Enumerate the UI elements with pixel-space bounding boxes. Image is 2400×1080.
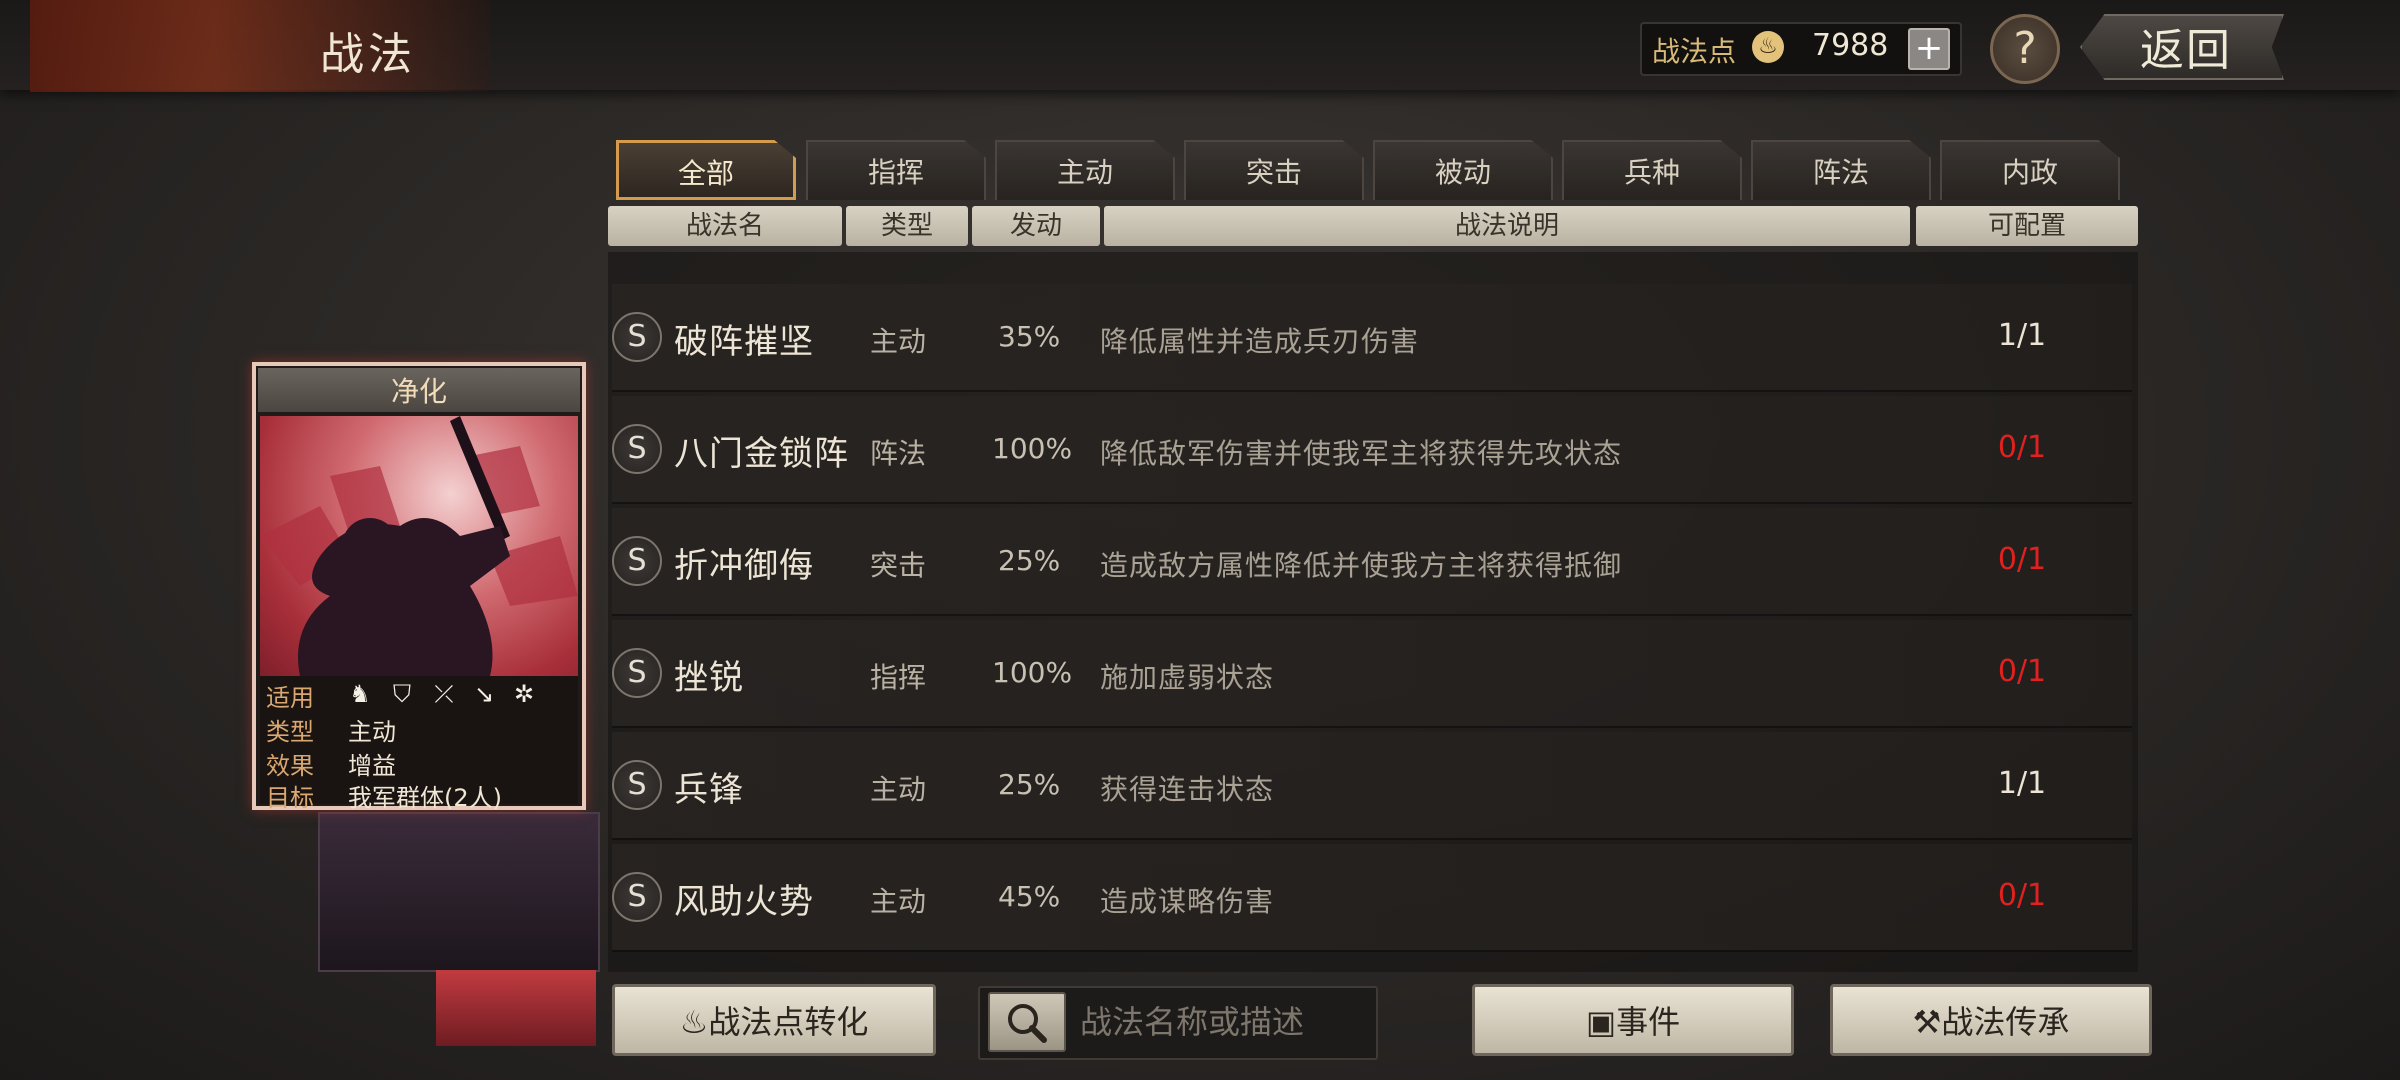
tab-all[interactable]: 全部 (616, 140, 796, 200)
convert-points-button[interactable]: ♨战法点转化 (612, 984, 936, 1056)
tactic-name: 风助火势 (674, 882, 814, 922)
column-header-name[interactable]: 战法名 (608, 206, 842, 246)
cavalry-icon: ♞ (349, 680, 371, 708)
tab-passive[interactable]: 被动 (1373, 140, 1553, 200)
event-label: 事件 (1616, 1003, 1681, 1041)
tactic-rate: 35% (998, 320, 1061, 353)
tactic-rate: 25% (998, 768, 1061, 801)
card-apply-label: 适用 (266, 684, 314, 712)
flame-icon: ♨ (679, 1003, 709, 1041)
bow-icon: ⤫ (434, 680, 454, 708)
tactic-name: 兵锋 (674, 770, 744, 810)
tactic-description: 获得连击状态 (1100, 773, 1275, 806)
list-item[interactable]: S 兵锋 主动 25% 获得连击状态 1/1 (612, 732, 2132, 840)
tactic-description: 造成谋略伤害 (1100, 885, 1275, 918)
rank-badge: S (612, 872, 662, 922)
tactic-rate: 100% (992, 432, 1073, 465)
card-title: 净化 (390, 375, 447, 408)
rank-badge: S (612, 312, 662, 362)
search-input[interactable] (1078, 996, 1372, 1048)
card-target-label: 目标 (266, 784, 314, 812)
list-item[interactable]: S 破阵摧坚 主动 35% 降低属性并造成兵刃伤害 1/1 (612, 284, 2132, 392)
tab-troop-type[interactable]: 兵种 (1562, 140, 1742, 200)
tactic-config: 0/1 (1997, 878, 2047, 913)
tab-internal-affairs[interactable]: 内政 (1940, 140, 2120, 200)
tactic-description: 降低敌军伤害并使我军主将获得先攻状态 (1100, 437, 1623, 470)
rank-badge: S (612, 648, 662, 698)
tactic-name: 折冲御侮 (674, 546, 814, 586)
card-target-value: 我军群体(2人) (348, 784, 502, 812)
convert-points-label: 战法点转化 (708, 1003, 869, 1041)
list-item[interactable]: S 八门金锁阵 阵法 100% 降低敌军伤害并使我军主将获得先攻状态 0/1 (612, 396, 2132, 504)
list-item[interactable]: S 风助火势 主动 45% 造成谋略伤害 0/1 (612, 844, 2132, 952)
tactic-type: 主动 (870, 325, 927, 358)
column-header-type[interactable]: 类型 (846, 206, 968, 246)
back-button-label[interactable]: 返回 (2140, 14, 2232, 78)
tactic-type: 突击 (870, 549, 927, 582)
tactic-rate: 25% (998, 544, 1061, 577)
help-button[interactable]: ? (1990, 14, 2060, 84)
tab-command[interactable]: 指挥 (806, 140, 986, 200)
event-button[interactable]: ▣事件 (1472, 984, 1794, 1056)
column-header-configurable[interactable]: 可配置 (1916, 206, 2138, 246)
search-icon (1008, 1004, 1047, 1043)
tactic-name: 破阵摧坚 (674, 322, 814, 362)
card-effect-value: 增益 (348, 752, 396, 780)
tactic-name: 挫锐 (674, 658, 744, 698)
card-illustration (260, 416, 578, 676)
tactic-description: 降低属性并造成兵刃伤害 (1100, 325, 1420, 358)
search-button[interactable] (988, 992, 1066, 1052)
tactic-rate: 100% (992, 656, 1073, 689)
list-item[interactable]: S 折冲御侮 突击 25% 造成敌方属性降低并使我方主将获得抵御 0/1 (612, 508, 2132, 616)
rank-badge: S (612, 760, 662, 810)
tactic-config: 1/1 (1997, 766, 2047, 801)
add-points-button[interactable]: + (1908, 28, 1950, 70)
tactic-type: 阵法 (870, 437, 927, 470)
spear-icon: ↘ (473, 680, 495, 708)
flame-icon: ♨ (1752, 31, 1784, 63)
tactic-type: 指挥 (870, 661, 927, 694)
tactic-card-stack[interactable] (318, 812, 600, 972)
tactic-config: 0/1 (1997, 654, 2047, 689)
tactic-type: 主动 (870, 773, 927, 806)
tab-formation[interactable]: 阵法 (1751, 140, 1931, 200)
alert-icon: ▣ (1585, 1003, 1617, 1041)
tactic-description: 造成敌方属性降低并使我方主将获得抵御 (1100, 549, 1623, 582)
wheel-icon: ✲ (513, 680, 535, 708)
inherit-label: 战法传承 (1941, 1003, 2070, 1041)
tactic-description: 施加虚弱状态 (1100, 661, 1275, 694)
tactic-config: 0/1 (1997, 542, 2047, 577)
card-effect-label: 效果 (266, 752, 314, 780)
page-title: 战法 (320, 29, 416, 80)
tactic-card-stack[interactable] (436, 970, 596, 1046)
warrior-silhouette-icon (260, 416, 578, 676)
tactic-rate: 45% (998, 880, 1061, 913)
card-type-label: 类型 (266, 718, 314, 746)
rank-badge: S (612, 536, 662, 586)
tab-active[interactable]: 主动 (995, 140, 1175, 200)
tactic-points-value: 7988 (1812, 28, 1889, 63)
tactic-name: 八门金锁阵 (674, 434, 849, 474)
inherit-tactic-button[interactable]: ⚒战法传承 (1830, 984, 2152, 1056)
title-banner (30, 0, 490, 92)
shield-icon: ⛉ (393, 680, 411, 708)
hammer-icon: ⚒ (1912, 1003, 1942, 1041)
tactic-type: 主动 (870, 885, 927, 918)
column-header-rate[interactable]: 发动 (972, 206, 1100, 246)
tactic-points-label: 战法点 (1652, 35, 1737, 68)
card-type-value: 主动 (348, 718, 396, 746)
list-item[interactable]: S 挫锐 指挥 100% 施加虚弱状态 0/1 (612, 620, 2132, 728)
tactic-config: 0/1 (1997, 430, 2047, 465)
tactic-config: 1/1 (1997, 318, 2047, 353)
rank-badge: S (612, 424, 662, 474)
tab-assault[interactable]: 突击 (1184, 140, 1364, 200)
column-header-description: 战法说明 (1104, 206, 1910, 246)
